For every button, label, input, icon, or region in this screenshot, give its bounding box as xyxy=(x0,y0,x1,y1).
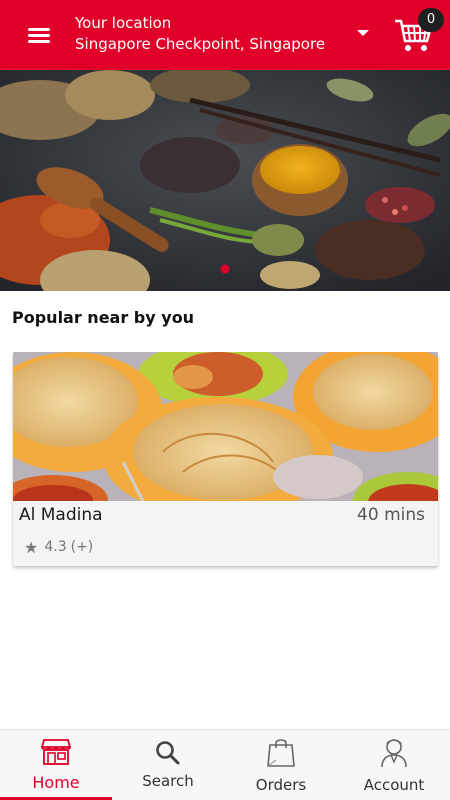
carousel-indicator-dot[interactable] xyxy=(220,264,230,274)
user-icon xyxy=(381,739,407,768)
spices-banner-image xyxy=(0,70,450,291)
nav-item-account[interactable]: Account xyxy=(338,730,450,800)
location-selector[interactable]: Your location Singapore Checkpoint, Sing… xyxy=(75,13,345,55)
restaurant-card[interactable]: Al Madina 40 mins ★ 4.3 (+) xyxy=(13,352,438,566)
search-icon xyxy=(156,741,180,765)
promo-banner[interactable] xyxy=(0,70,450,291)
restaurant-rating: ★ 4.3 (+) xyxy=(24,537,93,557)
section-title-popular: Popular near by you xyxy=(12,308,195,327)
menu-icon[interactable] xyxy=(22,22,56,48)
location-value: Singapore Checkpoint, Singapore xyxy=(75,35,326,53)
nav-label-search: Search xyxy=(142,772,194,790)
nav-item-home[interactable]: Home xyxy=(0,730,112,800)
nav-item-orders[interactable]: Orders xyxy=(225,730,337,800)
restaurant-image xyxy=(13,352,438,501)
store-icon xyxy=(41,739,71,765)
star-icon: ★ xyxy=(24,537,39,557)
nav-label-orders: Orders xyxy=(255,776,307,794)
nav-label-account: Account xyxy=(363,776,425,794)
restaurant-name: Al Madina xyxy=(19,505,103,525)
delivery-time: 40 mins xyxy=(357,505,425,525)
nav-item-search[interactable]: Search xyxy=(112,730,224,800)
shopping-bag-icon xyxy=(267,739,295,767)
dropdown-caret-icon[interactable] xyxy=(356,28,370,38)
cart-count-badge: 0 xyxy=(418,8,444,32)
rating-count: (+) xyxy=(70,539,94,555)
nav-label-home: Home xyxy=(32,773,80,792)
app-screen: Your location Singapore Checkpoint, Sing… xyxy=(0,0,450,800)
top-app-bar: Your location Singapore Checkpoint, Sing… xyxy=(0,0,450,70)
location-label: Your location xyxy=(75,14,172,32)
bottom-navigation: Home Search Orders Account xyxy=(0,729,450,800)
rating-value: 4.3 xyxy=(44,539,67,555)
